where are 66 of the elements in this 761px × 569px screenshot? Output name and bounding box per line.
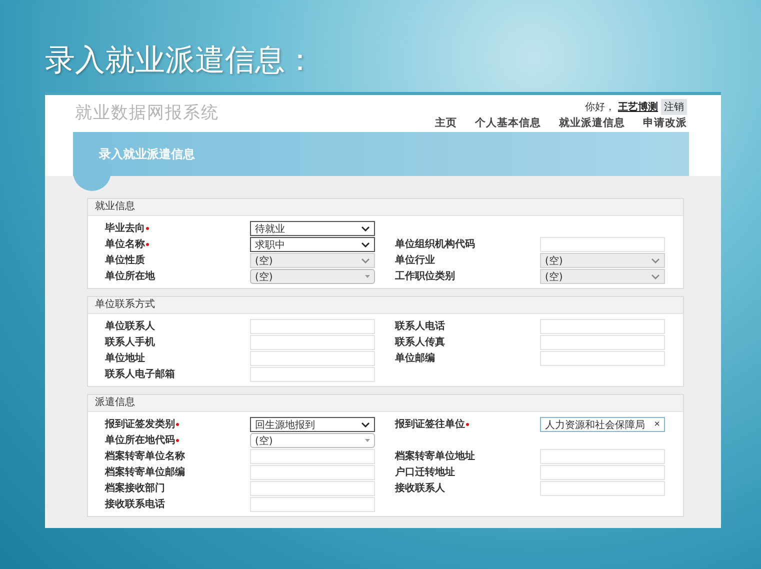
input-field[interactable]	[540, 449, 665, 464]
section-header: 派遣信息	[88, 395, 683, 412]
field-label: 单位名称	[105, 238, 145, 252]
field-label: 联系人电话	[395, 320, 445, 334]
select-field[interactable]: 求职中	[250, 237, 375, 252]
section-header: 单位联系方式	[88, 297, 683, 314]
input-field[interactable]	[540, 465, 665, 480]
select-field[interactable]: (空)	[250, 433, 375, 448]
field-label: 联系人传真	[395, 336, 445, 350]
select-field[interactable]: 回生源地报到	[250, 417, 375, 432]
chevron-down-icon	[651, 258, 660, 264]
field-label: 接收联系人	[395, 482, 445, 496]
input-field[interactable]	[250, 319, 375, 334]
field-label: 单位邮编	[395, 352, 435, 366]
field-label: 档案接收部门	[105, 481, 165, 496]
input-field[interactable]	[250, 351, 375, 366]
field-label: 单位所在地代码	[105, 434, 175, 448]
nav-link[interactable]: 就业派遣信息	[559, 117, 625, 129]
input-field[interactable]	[250, 497, 375, 512]
field-label: 单位组织机构代码	[395, 238, 475, 252]
input-field[interactable]	[540, 237, 665, 252]
chevron-down-icon	[361, 422, 370, 428]
input-field[interactable]: 人力资源和社会保障局 ×	[540, 417, 665, 432]
field-label: 单位行业	[395, 254, 435, 268]
page-title-banner: 录入就业派遣信息	[73, 132, 689, 176]
field-label: 毕业去向	[105, 222, 145, 236]
field-label: 档案转寄单位地址	[395, 449, 475, 464]
field-label: 单位联系人	[105, 320, 155, 334]
select-field[interactable]: 待就业	[250, 221, 375, 236]
input-field[interactable]	[250, 481, 375, 496]
caret-down-icon	[365, 275, 370, 278]
chevron-down-icon	[361, 226, 370, 232]
nav-link[interactable]: 个人基本信息	[475, 117, 541, 129]
chevron-down-icon	[361, 242, 370, 248]
nav-link[interactable]: 主页	[435, 117, 457, 129]
field-label: 工作职位类别	[395, 270, 455, 284]
nav-link[interactable]: 申请改派	[643, 117, 687, 129]
field-label: 户口迁转地址	[395, 465, 455, 480]
field-label: 联系人电子邮箱	[105, 368, 175, 382]
field-label: 档案转寄单位邮编	[105, 465, 185, 480]
clear-button[interactable]: ×	[654, 419, 660, 430]
input-field[interactable]	[540, 319, 665, 334]
field-label: 报到证签发类别	[105, 418, 175, 432]
field-label: 档案转寄单位名称	[105, 449, 185, 464]
input-field[interactable]	[250, 367, 375, 382]
section-header: 就业信息	[88, 199, 683, 216]
field-label: 接收联系电话	[105, 498, 165, 512]
field-label: 单位性质	[105, 254, 145, 268]
greeting-text: 你好，	[585, 101, 615, 114]
input-field[interactable]	[540, 351, 665, 366]
input-field[interactable]	[250, 335, 375, 350]
input-field[interactable]	[540, 335, 665, 350]
chevron-down-icon	[361, 258, 370, 264]
field-label: 报到证签往单位	[395, 418, 465, 432]
input-field[interactable]	[540, 481, 665, 496]
system-name: 就业数据网报系统	[75, 102, 219, 124]
input-field[interactable]	[250, 465, 375, 480]
user-link[interactable]: 王艺博测	[618, 100, 658, 114]
field-label: 单位所在地	[105, 270, 155, 284]
slide-title: 录入就业派遣信息：	[45, 42, 315, 80]
field-label: 联系人手机	[105, 336, 155, 350]
caret-down-icon	[365, 439, 370, 442]
input-field[interactable]	[250, 449, 375, 464]
logout-button[interactable]: 注销	[661, 99, 687, 115]
chevron-down-icon	[651, 274, 660, 280]
field-label: 单位地址	[105, 352, 145, 366]
